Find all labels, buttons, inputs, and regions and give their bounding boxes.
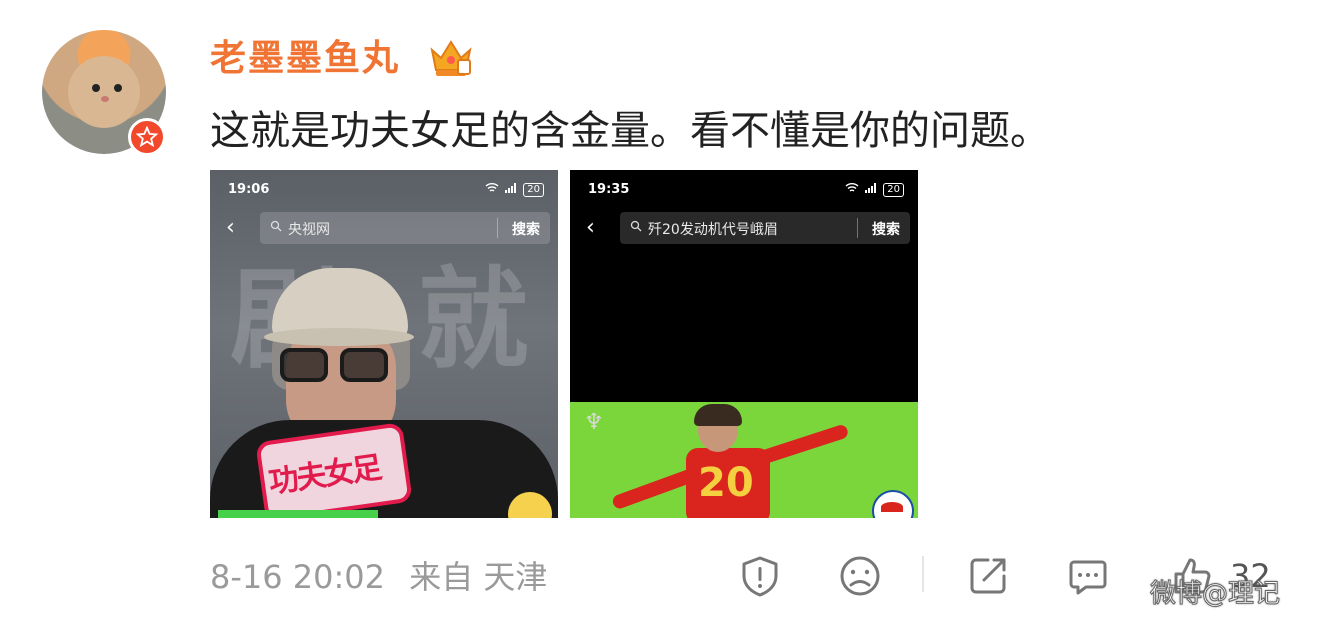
search-icon bbox=[270, 220, 282, 236]
mood-button[interactable] bbox=[836, 552, 884, 600]
sad-face-icon bbox=[840, 556, 880, 596]
post-image-1[interactable]: 剧 就 功夫女足 19:06 20 bbox=[210, 170, 558, 518]
wifi-icon bbox=[845, 182, 859, 198]
share-button[interactable] bbox=[964, 552, 1012, 600]
shield-alert-icon bbox=[742, 556, 778, 597]
trophy-icon: ♆ bbox=[584, 410, 604, 435]
post-source: 来自 天津 bbox=[409, 558, 548, 596]
vip-crown-icon bbox=[430, 40, 472, 76]
action-divider bbox=[922, 556, 924, 592]
watermark: 微博@理记 bbox=[1149, 579, 1281, 610]
status-bar: 19:35 20 bbox=[570, 170, 918, 208]
username[interactable]: 老墨墨鱼丸 bbox=[210, 34, 400, 84]
search-bar: ‹ 歼20发动机代号峨眉 搜索 bbox=[570, 208, 918, 248]
search-query: 歼20发动机代号峨眉 bbox=[648, 222, 778, 238]
signal-icon bbox=[864, 182, 878, 198]
report-button[interactable] bbox=[736, 552, 784, 600]
football-scene: ♆ 20 bbox=[570, 402, 918, 518]
search-input[interactable]: 歼20发动机代号峨眉 搜索 bbox=[620, 212, 910, 244]
channel-logo-icon bbox=[872, 490, 914, 518]
back-arrow-icon[interactable]: ‹ bbox=[586, 214, 595, 242]
jersey-number: 20 bbox=[698, 460, 754, 506]
post-image-2[interactable]: ♆ 20 19:35 20 ‹ 歼20发动机代号峨眉 搜索 bbox=[570, 170, 918, 518]
hamster-face bbox=[68, 56, 140, 128]
comment-icon bbox=[1069, 560, 1107, 595]
search-bar: ‹ 央视网 搜索 bbox=[210, 208, 558, 248]
search-icon bbox=[630, 220, 642, 236]
post-meta: 8-16 20:02 来自 天津 bbox=[210, 555, 561, 599]
search-button[interactable]: 搜索 bbox=[872, 219, 900, 239]
post-content: 这就是功夫女足的含金量。看不懂是你的问题。 bbox=[210, 108, 1050, 154]
status-time: 19:06 bbox=[228, 182, 270, 197]
share-icon bbox=[970, 558, 1006, 594]
verified-badge-icon bbox=[128, 118, 166, 156]
comment-button[interactable] bbox=[1064, 552, 1112, 600]
battery-level: 20 bbox=[883, 183, 904, 197]
status-bar: 19:06 20 bbox=[210, 170, 558, 208]
search-button[interactable]: 搜索 bbox=[512, 219, 540, 239]
search-query: 央视网 bbox=[288, 222, 330, 238]
post-timestamp: 8-16 20:02 bbox=[210, 558, 386, 596]
search-input[interactable]: 央视网 搜索 bbox=[260, 212, 550, 244]
back-arrow-icon[interactable]: ‹ bbox=[226, 214, 235, 242]
status-time: 19:35 bbox=[588, 182, 630, 197]
wifi-icon bbox=[485, 182, 499, 198]
signal-icon bbox=[504, 182, 518, 198]
battery-level: 20 bbox=[523, 183, 544, 197]
